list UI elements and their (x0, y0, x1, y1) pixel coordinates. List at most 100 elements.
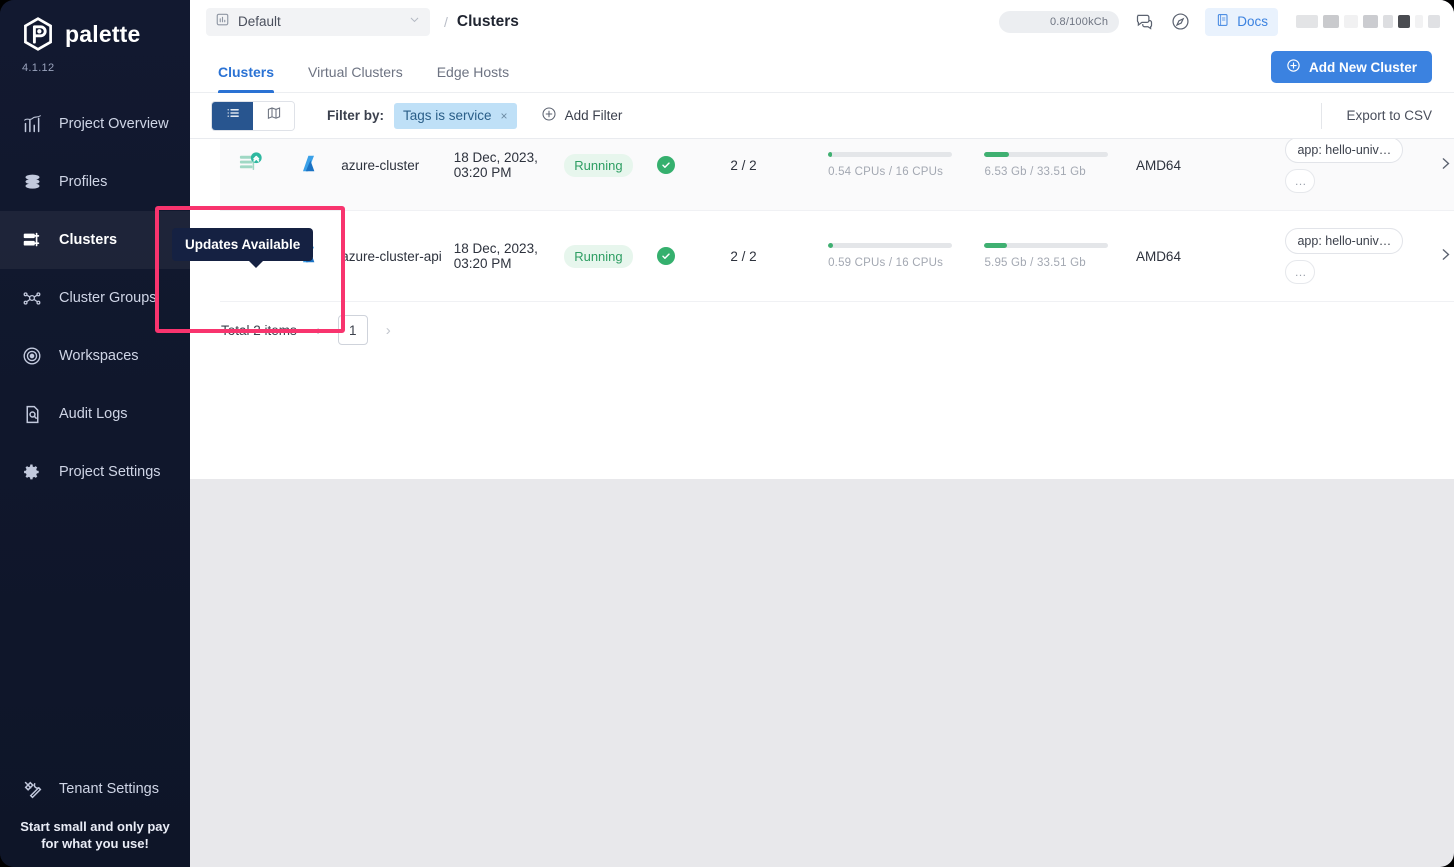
add-filter-button[interactable]: Add Filter (541, 106, 623, 125)
memory-meter (984, 243, 1108, 248)
table-row[interactable]: azure-cluster-api 18 Dec, 2023, 03:20 PM… (220, 211, 1454, 302)
brand-name: palette (65, 21, 141, 48)
cpu-usage-text: 0.59 CPUs / 16 CPUs (828, 257, 984, 269)
status-badge: Running (564, 154, 632, 177)
tab-edge-hosts[interactable]: Edge Hosts (437, 64, 509, 92)
tag-chip[interactable]: app: hello-univ… (1285, 137, 1403, 163)
total-items-label: Total 2 items (221, 323, 297, 338)
row-open-chevron[interactable] (1437, 246, 1454, 267)
export-to-csv-button[interactable]: Export to CSV (1321, 103, 1432, 129)
cell-health (657, 156, 730, 174)
azure-icon (300, 153, 321, 177)
cpu-meter (828, 152, 952, 157)
sidebar-item-project-settings[interactable]: Project Settings (0, 443, 190, 501)
page-container: Default / Clusters 0.8/100kCh (190, 0, 1454, 867)
cell-cpu: 0.59 CPUs / 16 CPUs (828, 243, 984, 269)
map-view-button[interactable] (253, 102, 294, 130)
sidebar-nav: Project Overview Profiles (0, 95, 190, 501)
updates-available-tooltip: Updates Available (172, 228, 313, 261)
filter-chip-tags-is-service[interactable]: Tags is service × (394, 103, 517, 129)
docs-button[interactable]: Docs (1205, 8, 1278, 36)
sidebar-item-label: Profiles (59, 174, 107, 190)
export-csv-label: Export to CSV (1346, 108, 1432, 123)
palette-logo-icon (20, 16, 56, 52)
project-name: Default (238, 14, 400, 29)
memory-usage-text: 5.95 Gb / 33.51 Gb (984, 257, 1135, 269)
tools-icon (19, 776, 45, 802)
cell-cluster-name[interactable]: azure-cluster (341, 158, 454, 173)
tab-strip: Clusters Virtual Clusters Edge Hosts Add… (190, 43, 1454, 93)
sidebar-item-clusters[interactable]: Clusters (0, 211, 190, 269)
tag-more-chip[interactable]: … (1285, 169, 1315, 193)
sidebar-item-profiles[interactable]: Profiles (0, 153, 190, 211)
credit-usage-chip[interactable]: 0.8/100kCh (999, 11, 1119, 33)
tab-label: Edge Hosts (437, 64, 509, 80)
tag-chip[interactable]: app: hello-univ… (1285, 228, 1403, 254)
table-footer: Total 2 items ‹ 1 › (220, 302, 1454, 358)
cell-architecture: AMD64 (1136, 249, 1286, 264)
memory-usage-text: 6.53 Gb / 33.51 Gb (984, 166, 1135, 178)
tag-more-chip[interactable]: … (1285, 260, 1315, 284)
filter-chip-label: Tags is service (403, 108, 492, 123)
tenant-settings-label: Tenant Settings (59, 781, 159, 797)
user-account-redacted[interactable] (1296, 15, 1440, 28)
sidebar-item-label: Audit Logs (59, 406, 128, 422)
cluster-update-available-icon (238, 151, 263, 179)
chevron-down-icon (408, 13, 421, 31)
brand[interactable]: palette (0, 0, 190, 52)
sidebar-item-label: Workspaces (59, 348, 139, 364)
status-badge: Running (564, 245, 632, 268)
project-icon (215, 12, 230, 32)
chart-bars-icon (19, 111, 45, 137)
memory-meter (984, 152, 1108, 157)
chevron-right-icon (1437, 155, 1454, 176)
tab-clusters[interactable]: Clusters (218, 64, 274, 92)
chat-icon[interactable] (1133, 11, 1155, 33)
sidebar-item-tenant-settings[interactable]: Tenant Settings (0, 763, 190, 815)
promo-banner: Start small and only pay for what you us… (0, 812, 190, 867)
palette-app-window: palette 4.1.12 Project Overview Profiles (0, 0, 1454, 867)
compass-icon[interactable] (1169, 11, 1191, 33)
row-open-chevron[interactable] (1437, 155, 1454, 176)
cell-type (220, 151, 281, 179)
sidebar-item-project-overview[interactable]: Project Overview (0, 95, 190, 153)
pagination-page-1[interactable]: 1 (338, 315, 368, 345)
book-icon (1215, 12, 1231, 31)
audit-logs-icon (19, 401, 45, 427)
breadcrumb-separator: / (444, 14, 448, 30)
health-healthy-icon (657, 247, 675, 265)
cell-healthy-nodes: 2 / 2 (730, 158, 828, 173)
app-version: 4.1.12 (0, 52, 190, 74)
close-icon[interactable]: × (501, 109, 508, 123)
cell-architecture: AMD64 (1136, 158, 1286, 173)
sidebar-item-cluster-groups[interactable]: Cluster Groups (0, 269, 190, 327)
cell-cpu: 0.54 CPUs / 16 CPUs (828, 152, 984, 178)
cell-tags: app: hello-univ… … (1285, 137, 1436, 193)
tab-virtual-clusters[interactable]: Virtual Clusters (308, 64, 403, 92)
cpu-usage-text: 0.54 CPUs / 16 CPUs (828, 166, 984, 178)
cell-memory: 5.95 Gb / 33.51 Gb (984, 243, 1135, 269)
clusters-icon (19, 227, 45, 253)
plus-circle-icon (541, 106, 557, 125)
cell-last-modified: 18 Dec, 2023, 03:20 PM (454, 241, 564, 271)
sidebar-item-workspaces[interactable]: Workspaces (0, 327, 190, 385)
filter-by-label: Filter by: (327, 108, 384, 123)
cell-env (281, 153, 342, 177)
pagination-next-button[interactable]: › (382, 322, 395, 339)
add-filter-label: Add Filter (565, 108, 623, 123)
stack-layers-icon (19, 169, 45, 195)
sidebar-item-label: Project Settings (59, 464, 161, 480)
add-new-cluster-label: Add New Cluster (1309, 60, 1417, 75)
cluster-groups-icon (19, 285, 45, 311)
add-new-cluster-button[interactable]: Add New Cluster (1271, 51, 1432, 83)
list-view-button[interactable] (212, 102, 253, 130)
tab-label: Clusters (218, 64, 274, 80)
sidebar-item-audit-logs[interactable]: Audit Logs (0, 385, 190, 443)
map-icon (266, 105, 282, 126)
sidebar: palette 4.1.12 Project Overview Profiles (0, 0, 190, 867)
project-selector[interactable]: Default (206, 8, 430, 36)
list-icon (225, 105, 241, 126)
pagination-prev-button[interactable]: ‹ (311, 322, 324, 339)
cell-health (657, 247, 730, 265)
cell-cluster-name[interactable]: azure-cluster-api (341, 249, 454, 264)
